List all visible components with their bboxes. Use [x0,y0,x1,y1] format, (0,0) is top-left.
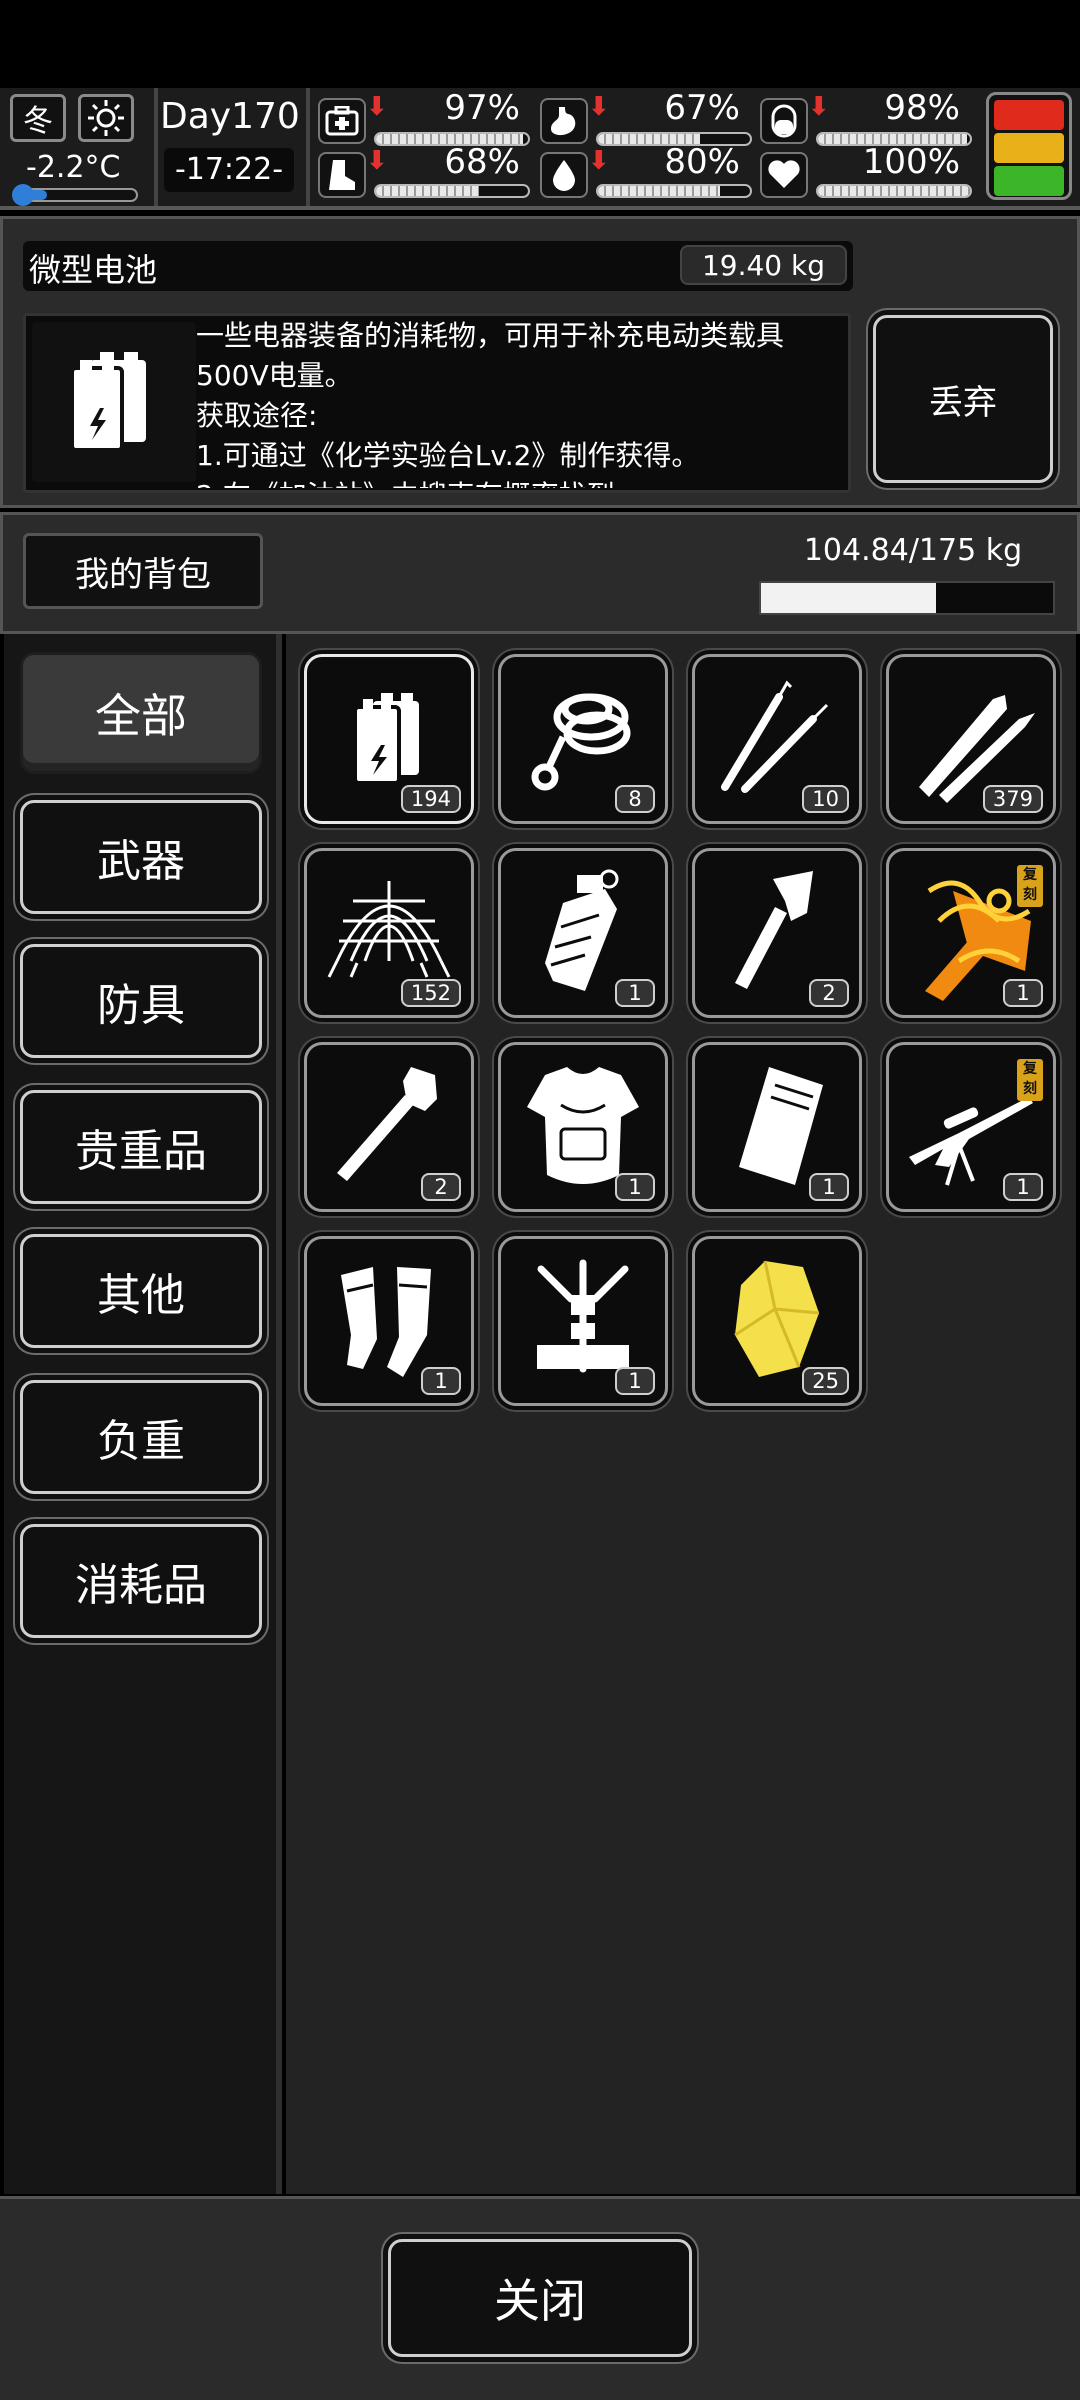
category-all[interactable]: 全部 [20,652,262,774]
description-line: 1.可通过《化学实验台Lv.2》制作获得。 [196,439,700,472]
item-count: 1 [1003,979,1043,1007]
bag-load-text: 104.84/175 kg [803,533,1023,568]
bottom-bar: 关闭 [0,2196,1080,2400]
decrease-arrow-icon: ⬇ [366,146,388,176]
inventory-slot[interactable]: 379 [886,654,1056,824]
thirst-bar [596,184,752,198]
inventory-slot[interactable]: 复刻 1 [886,1042,1056,1212]
category-sidebar: 全部 武器 防具 贵重品 其他 负重 消耗品 [4,634,282,2194]
bag-load-bar [759,581,1055,615]
battery-icon [32,322,196,482]
reprint-badge: 复刻 [1017,1059,1043,1101]
discard-button[interactable]: 丢弃 [873,315,1053,483]
category-valuables[interactable]: 贵重品 [20,1090,262,1204]
inventory-slot[interactable]: 2 [692,848,862,1018]
item-description: 一些电器装备的消耗物，可用于补充电动类载具 500V电量。 获取途径: 1.可通… [196,316,846,488]
item-count: 25 [802,1367,849,1395]
divider [306,88,310,206]
temperature-readout: -2.2°C [26,150,121,185]
health-value: 97% [444,88,520,128]
description-line: 2.在《加油站》中搜索有概率找到 [196,476,846,488]
season-label: 冬 [23,104,53,139]
item-count: 2 [809,979,849,1007]
item-count: 1 [615,979,655,1007]
hunger-value: 67% [664,88,740,128]
item-name: 微型电池 [29,251,158,289]
bag-load-fill [761,583,936,613]
item-weight: 19.40 kg [679,245,847,285]
category-load[interactable]: 负重 [20,1380,262,1494]
boot-icon [318,152,366,198]
bag-title: 我的背包 [23,533,263,609]
water-drop-icon [540,152,588,198]
item-count: 1 [1003,1173,1043,1201]
clock: -17:22- [164,148,294,192]
divider [154,88,158,206]
item-info-box: 一些电器装备的消耗物，可用于补充电动类载具 500V电量。 获取途径: 1.可通… [23,313,851,493]
mood-bar [816,184,972,198]
inventory-slot[interactable]: 1 [498,848,668,1018]
day-counter: Day170 [160,96,300,137]
item-count: 2 [421,1173,461,1201]
status-bar: 冬 -2.2°C Day170 -17:22- ⬇ 97% ⬇ 67% ⬇ 98… [0,88,1080,210]
inventory-slot[interactable]: 152 [304,848,474,1018]
item-count: 10 [802,785,849,813]
decrease-arrow-icon: ⬇ [588,146,610,176]
category-others[interactable]: 其他 [20,1234,262,1348]
item-count: 152 [400,979,461,1007]
category-armor[interactable]: 防具 [20,944,262,1058]
inventory-slot[interactable]: 1 [498,1042,668,1212]
sanity-value: 98% [884,88,960,128]
category-consumables[interactable]: 消耗品 [20,1524,262,1638]
decrease-arrow-icon: ⬇ [588,92,610,122]
alert-light-red [994,100,1064,130]
item-count: 194 [400,785,461,813]
stamina-bar [374,184,530,198]
stomach-icon [540,98,588,144]
alert-light-green [994,166,1064,196]
reprint-badge: 复刻 [1017,865,1043,907]
item-count: 1 [615,1173,655,1201]
decrease-arrow-icon: ⬇ [808,92,830,122]
inventory-slot[interactable]: 10 [692,654,862,824]
item-count: 379 [982,785,1043,813]
category-weapons[interactable]: 武器 [20,800,262,914]
inventory-slot[interactable]: 复刻 1 [886,848,1056,1018]
medkit-icon [318,98,366,144]
inventory-slot[interactable]: 8 [498,654,668,824]
inventory-slot[interactable]: 2 [304,1042,474,1212]
description-line: 一些电器装备的消耗物，可用于补充电动类载具 [196,319,785,352]
mood-value: 100% [862,142,960,182]
thirst-value: 80% [664,142,740,182]
item-count: 1 [809,1173,849,1201]
bag-header: 我的背包 104.84/175 kg [0,512,1080,634]
inventory-slot[interactable]: 1 [498,1236,668,1406]
temperature-gauge [12,184,138,206]
inventory-slot[interactable]: 25 [692,1236,862,1406]
stamina-value: 68% [444,142,520,182]
item-count: 1 [421,1367,461,1395]
alert-indicator[interactable] [986,92,1072,200]
description-line: 500V电量。 [196,359,353,392]
alert-light-yellow [994,133,1064,163]
item-count: 8 [615,785,655,813]
item-count: 1 [615,1367,655,1395]
inventory-grid: 194 8 10 379 152 1 2 复刻 1 2 1 1 复刻 1 1 1… [286,634,1076,2194]
pill-icon [760,98,808,144]
sun-icon [78,94,134,142]
inventory-slot[interactable]: 194 [304,654,474,824]
description-line: 获取途径: [196,399,318,432]
inventory-slot[interactable]: 1 [304,1236,474,1406]
season-badge: 冬 [10,94,66,142]
close-button[interactable]: 关闭 [388,2239,692,2357]
decrease-arrow-icon: ⬇ [366,92,388,122]
heart-icon [760,152,808,198]
item-detail-panel: 微型电池 19.40 kg 一些电器装备的消耗物，可用于补充电动类载具 500V… [0,216,1080,508]
inventory-slot[interactable]: 1 [692,1042,862,1212]
item-title-bar: 微型电池 19.40 kg [23,241,853,291]
